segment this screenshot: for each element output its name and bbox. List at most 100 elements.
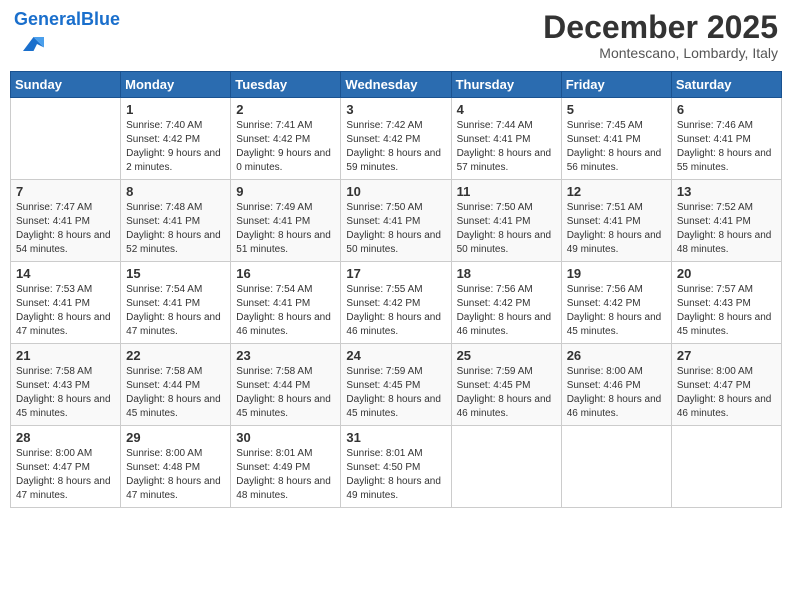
cell-w3-d6: 19Sunrise: 7:56 AMSunset: 4:42 PMDayligh… <box>561 261 671 343</box>
cell-w4-d2: 22 Sunrise: 7:58 AMSunset: 4:44 PMDayligh… <box>121 343 231 425</box>
cell-w4-d4: 24 Sunrise: 7:59 AMSunset: 4:45 PMDayligh… <box>341 343 451 425</box>
cell-w5-d4: 31 Sunrise: 8:01 AMSunset: 4:50 PMDayligh… <box>341 425 451 507</box>
cell-w4-d1: 21 Sunrise: 7:58 AMSunset: 4:43 PMDayligh… <box>11 343 121 425</box>
day-number: 27 <box>677 348 776 363</box>
day-number: 24 <box>346 348 445 363</box>
cell-w1-d6: 5 Sunrise: 7:45 AMSunset: 4:41 PMDaylight… <box>561 97 671 179</box>
cell-w5-d6 <box>561 425 671 507</box>
day-number: 23 <box>236 348 335 363</box>
title-block: December 2025 Montescano, Lombardy, Ital… <box>543 10 778 61</box>
cell-w5-d2: 29 Sunrise: 8:00 AMSunset: 4:48 PMDayligh… <box>121 425 231 507</box>
day-number: 17 <box>346 266 445 281</box>
day-info: Sunrise: 7:45 AMSunset: 4:41 PMDaylight:… <box>567 119 666 175</box>
cell-w4-d6: 26Sunrise: 8:00 AMSunset: 4:46 PMDayligh… <box>561 343 671 425</box>
day-info: Sunrise: 8:01 AMSunset: 4:50 PMDaylight:… <box>346 447 445 503</box>
day-info: Sunrise: 7:41 AMSunset: 4:42 PMDaylight:… <box>236 119 335 175</box>
day-number: 5 <box>567 102 666 117</box>
cell-w3-d1: 14 Sunrise: 7:53 AMSunset: 4:41 PMDayligh… <box>11 261 121 343</box>
day-number: 3 <box>346 102 445 117</box>
day-info: Sunrise: 7:58 AMSunset: 4:43 PMDaylight:… <box>16 365 115 421</box>
week-row-1: 1 Sunrise: 7:40 AMSunset: 4:42 PMDaylight… <box>11 97 782 179</box>
day-info: Sunrise: 8:00 AMSunset: 4:46 PMDaylight:… <box>567 365 666 421</box>
day-info: Sunrise: 7:51 AMSunset: 4:41 PMDaylight:… <box>567 201 666 257</box>
cell-w2-d6: 12 Sunrise: 7:51 AMSunset: 4:41 PMDayligh… <box>561 179 671 261</box>
cell-w3-d5: 18 Sunrise: 7:56 AMSunset: 4:42 PMDayligh… <box>451 261 561 343</box>
location-subtitle: Montescano, Lombardy, Italy <box>543 45 778 61</box>
cell-w2-d1: 7 Sunrise: 7:47 AMSunset: 4:41 PMDaylight… <box>11 179 121 261</box>
day-number: 9 <box>236 184 335 199</box>
day-number: 16 <box>236 266 335 281</box>
day-info: Sunrise: 7:56 AMSunset: 4:42 PMDaylight:… <box>457 283 556 339</box>
day-number: 25 <box>457 348 556 363</box>
cell-w2-d4: 10Sunrise: 7:50 AMSunset: 4:41 PMDayligh… <box>341 179 451 261</box>
day-number: 29 <box>126 430 225 445</box>
logo-blue: Blue <box>81 9 120 29</box>
day-number: 11 <box>457 184 556 199</box>
cell-w1-d5: 4 Sunrise: 7:44 AMSunset: 4:41 PMDaylight… <box>451 97 561 179</box>
day-info: Sunrise: 7:49 AMSunset: 4:41 PMDaylight:… <box>236 201 335 257</box>
day-info: Sunrise: 7:53 AMSunset: 4:41 PMDaylight:… <box>16 283 115 339</box>
day-info: Sunrise: 8:00 AMSunset: 4:47 PMDaylight:… <box>677 365 776 421</box>
calendar-header: SundayMondayTuesdayWednesdayThursdayFrid… <box>11 71 782 97</box>
header-friday: Friday <box>561 71 671 97</box>
cell-w3-d4: 17 Sunrise: 7:55 AMSunset: 4:42 PMDayligh… <box>341 261 451 343</box>
day-info: Sunrise: 7:48 AMSunset: 4:41 PMDaylight:… <box>126 201 225 257</box>
cell-w4-d5: 25 Sunrise: 7:59 AMSunset: 4:45 PMDayligh… <box>451 343 561 425</box>
cell-w2-d7: 13 Sunrise: 7:52 AMSunset: 4:41 PMDayligh… <box>671 179 781 261</box>
week-row-4: 21 Sunrise: 7:58 AMSunset: 4:43 PMDayligh… <box>11 343 782 425</box>
day-number: 6 <box>677 102 776 117</box>
day-number: 13 <box>677 184 776 199</box>
week-row-5: 28 Sunrise: 8:00 AMSunset: 4:47 PMDayligh… <box>11 425 782 507</box>
cell-w2-d5: 11 Sunrise: 7:50 AMSunset: 4:41 PMDayligh… <box>451 179 561 261</box>
header-tuesday: Tuesday <box>231 71 341 97</box>
day-info: Sunrise: 7:46 AMSunset: 4:41 PMDaylight:… <box>677 119 776 175</box>
day-info: Sunrise: 7:59 AMSunset: 4:45 PMDaylight:… <box>457 365 556 421</box>
cell-w5-d1: 28 Sunrise: 8:00 AMSunset: 4:47 PMDayligh… <box>11 425 121 507</box>
day-number: 1 <box>126 102 225 117</box>
cell-w4-d3: 23 Sunrise: 7:58 AMSunset: 4:44 PMDayligh… <box>231 343 341 425</box>
day-number: 14 <box>16 266 115 281</box>
day-number: 31 <box>346 430 445 445</box>
day-info: Sunrise: 7:55 AMSunset: 4:42 PMDaylight:… <box>346 283 445 339</box>
day-info: Sunrise: 7:59 AMSunset: 4:45 PMDaylight:… <box>346 365 445 421</box>
week-row-3: 14 Sunrise: 7:53 AMSunset: 4:41 PMDayligh… <box>11 261 782 343</box>
day-info: Sunrise: 7:50 AMSunset: 4:41 PMDaylight:… <box>457 201 556 257</box>
day-number: 28 <box>16 430 115 445</box>
day-number: 20 <box>677 266 776 281</box>
day-number: 18 <box>457 266 556 281</box>
weekday-header-row: SundayMondayTuesdayWednesdayThursdayFrid… <box>11 71 782 97</box>
cell-w1-d4: 3Sunrise: 7:42 AMSunset: 4:42 PMDaylight… <box>341 97 451 179</box>
day-info: Sunrise: 7:44 AMSunset: 4:41 PMDaylight:… <box>457 119 556 175</box>
day-info: Sunrise: 7:47 AMSunset: 4:41 PMDaylight:… <box>16 201 115 257</box>
day-info: Sunrise: 8:01 AMSunset: 4:49 PMDaylight:… <box>236 447 335 503</box>
day-number: 7 <box>16 184 115 199</box>
cell-w4-d7: 27 Sunrise: 8:00 AMSunset: 4:47 PMDayligh… <box>671 343 781 425</box>
day-number: 30 <box>236 430 335 445</box>
day-info: Sunrise: 7:58 AMSunset: 4:44 PMDaylight:… <box>126 365 225 421</box>
header-wednesday: Wednesday <box>341 71 451 97</box>
day-info: Sunrise: 7:40 AMSunset: 4:42 PMDaylight:… <box>126 119 225 175</box>
day-info: Sunrise: 8:00 AMSunset: 4:47 PMDaylight:… <box>16 447 115 503</box>
cell-w1-d7: 6 Sunrise: 7:46 AMSunset: 4:41 PMDaylight… <box>671 97 781 179</box>
day-info: Sunrise: 7:54 AMSunset: 4:41 PMDaylight:… <box>236 283 335 339</box>
cell-w5-d5 <box>451 425 561 507</box>
day-number: 12 <box>567 184 666 199</box>
calendar-table: SundayMondayTuesdayWednesdayThursdayFrid… <box>10 71 782 508</box>
cell-w5-d7 <box>671 425 781 507</box>
day-info: Sunrise: 7:52 AMSunset: 4:41 PMDaylight:… <box>677 201 776 257</box>
day-info: Sunrise: 7:57 AMSunset: 4:43 PMDaylight:… <box>677 283 776 339</box>
cell-w3-d7: 20 Sunrise: 7:57 AMSunset: 4:43 PMDayligh… <box>671 261 781 343</box>
cell-w1-d3: 2 Sunrise: 7:41 AMSunset: 4:42 PMDaylight… <box>231 97 341 179</box>
cell-w2-d3: 9 Sunrise: 7:49 AMSunset: 4:41 PMDaylight… <box>231 179 341 261</box>
day-info: Sunrise: 7:54 AMSunset: 4:41 PMDaylight:… <box>126 283 225 339</box>
cell-w1-d2: 1 Sunrise: 7:40 AMSunset: 4:42 PMDaylight… <box>121 97 231 179</box>
calendar-body: 1 Sunrise: 7:40 AMSunset: 4:42 PMDaylight… <box>11 97 782 507</box>
day-number: 22 <box>126 348 225 363</box>
day-number: 2 <box>236 102 335 117</box>
day-number: 21 <box>16 348 115 363</box>
day-info: Sunrise: 7:50 AMSunset: 4:41 PMDaylight:… <box>346 201 445 257</box>
day-info: Sunrise: 7:56 AMSunset: 4:42 PMDaylight:… <box>567 283 666 339</box>
day-info: Sunrise: 7:58 AMSunset: 4:44 PMDaylight:… <box>236 365 335 421</box>
day-info: Sunrise: 8:00 AMSunset: 4:48 PMDaylight:… <box>126 447 225 503</box>
day-number: 4 <box>457 102 556 117</box>
